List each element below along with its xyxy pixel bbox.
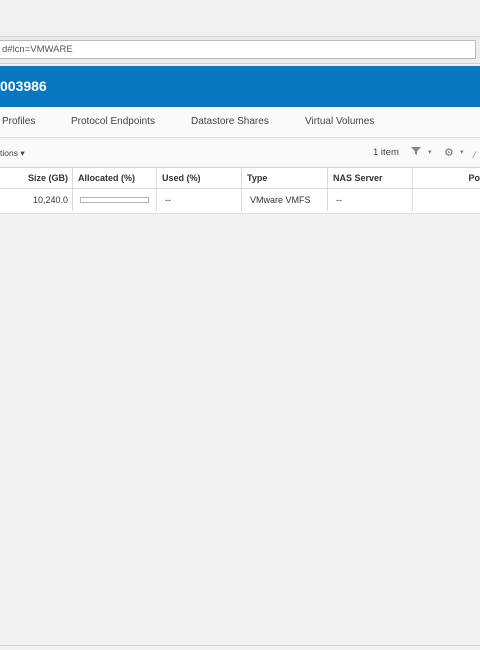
column-divider xyxy=(412,168,413,211)
more-actions-dropdown[interactable]: tions ▾ xyxy=(0,148,25,159)
nas-server-cell: -- xyxy=(336,195,342,205)
address-bar-area: d#lcn=VMWARE xyxy=(0,37,480,64)
column-divider xyxy=(156,168,157,211)
column-nas-server-header[interactable]: NAS Server xyxy=(328,168,413,188)
item-count: 1 item xyxy=(373,147,399,158)
column-pool-header[interactable]: Po xyxy=(413,168,480,188)
page-header-banner: 003986 xyxy=(0,66,480,107)
filter-caret-icon[interactable]: ▾ xyxy=(428,148,432,156)
size-cell: 10,240.0 xyxy=(32,195,68,205)
column-size-header[interactable]: Size (GB) xyxy=(0,168,73,188)
toolbar-overflow-icon[interactable]: ⁄ xyxy=(474,150,476,160)
allocated-progress-bar xyxy=(80,197,149,203)
address-bar[interactable]: d#lcn=VMWARE xyxy=(0,40,476,59)
filter-icon[interactable] xyxy=(411,146,421,159)
column-used-header[interactable]: Used (%) xyxy=(157,168,242,188)
tab-protocol-endpoints[interactable]: Protocol Endpoints xyxy=(71,116,155,127)
column-divider xyxy=(72,168,73,211)
column-divider xyxy=(327,168,328,211)
page-title: 003986 xyxy=(0,78,47,94)
tab-profiles[interactable]: Profiles xyxy=(2,116,35,127)
bottom-divider xyxy=(0,645,480,646)
column-type-header[interactable]: Type xyxy=(242,168,328,188)
column-allocated-header[interactable]: Allocated (%) xyxy=(73,168,157,188)
used-cell: -- xyxy=(165,195,171,205)
settings-caret-icon[interactable]: ▾ xyxy=(460,148,464,156)
pool-cell xyxy=(413,189,480,211)
browser-top-area xyxy=(0,0,480,37)
datastore-table: Size (GB) Allocated (%) Used (%) Type NA… xyxy=(0,167,480,214)
tab-bar: Profiles Protocol Endpoints Datastore Sh… xyxy=(0,107,480,138)
gear-icon[interactable]: ⚙ xyxy=(444,146,454,159)
type-cell: VMware VMFS xyxy=(250,195,311,205)
column-divider xyxy=(241,168,242,211)
tab-virtual-volumes[interactable]: Virtual Volumes xyxy=(305,116,374,127)
table-toolbar: tions ▾ 1 item ▾ ⚙ ▾ ⁄ xyxy=(0,140,480,166)
tab-datastore-shares[interactable]: Datastore Shares xyxy=(191,116,269,127)
